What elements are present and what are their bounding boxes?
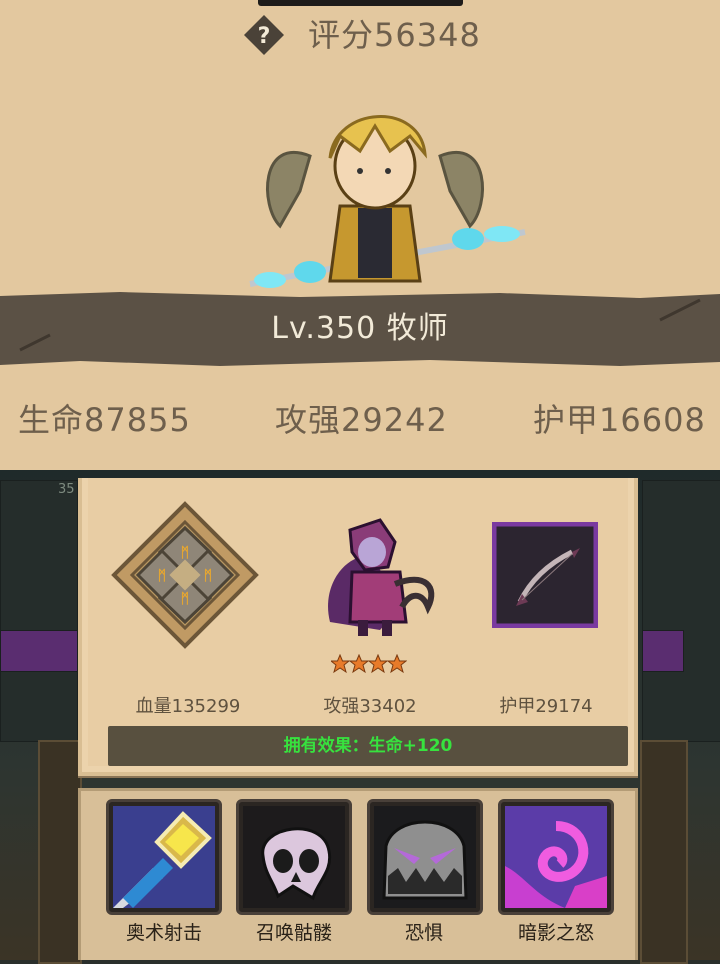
- rarity-stars: [329, 653, 408, 674]
- svg-text:?: ?: [258, 24, 271, 49]
- skull-icon: [243, 806, 345, 908]
- hero-stats: 生命87855 攻强29242 护甲16608: [0, 395, 720, 445]
- equip-label-armor: 护甲29174: [499, 696, 593, 717]
- owned-effect-bar: 拥有效果：生命+120: [108, 726, 628, 766]
- skill-fear[interactable]: [367, 799, 483, 915]
- svg-text:ᛗ: ᛗ: [181, 591, 189, 607]
- hero-level-class: Lv.350 牧师: [271, 311, 449, 346]
- skill-label-arcane-shot: 奥术射击: [125, 922, 202, 944]
- fear-mask-icon: [374, 806, 476, 908]
- shadow-swirl-icon: [505, 806, 607, 908]
- hero-portrait: [240, 96, 540, 296]
- equip-label-attack: 攻强33402: [323, 696, 417, 717]
- background-panel-left: [38, 740, 82, 964]
- svg-text:ᛗ: ᛗ: [181, 545, 189, 561]
- purple-slot-right: [642, 630, 684, 672]
- background-level-tag: 35: [58, 482, 75, 497]
- rune-cross-icon[interactable]: ᛗᛗ ᛗᛗ: [110, 500, 260, 650]
- bow-icon[interactable]: [491, 521, 599, 629]
- hero-info-panel: ? 评分56348 Lv.350 牧师 生命87855 攻强29242 护甲16…: [0, 0, 720, 470]
- skill-shadow-wrath[interactable]: [498, 799, 614, 915]
- equipment-card: ᛗᛗ ᛗᛗ 血量135299 攻强33402 护甲29174 拥有效果：生命+1…: [78, 478, 638, 776]
- skills-panel: 奥术射击 召唤骷髅 恐惧 暗影之怒: [78, 788, 638, 960]
- skill-label-shadow-wrath: 暗影之怒: [517, 922, 594, 944]
- top-handle: [258, 0, 463, 6]
- level-banner: Lv.350 牧师: [0, 290, 720, 368]
- skill-summon-skeleton[interactable]: [236, 799, 352, 915]
- stat-armor: 护甲16608: [533, 401, 706, 439]
- wall-right: [642, 480, 720, 742]
- equipment-card-inner: ᛗᛗ ᛗᛗ 血量135299 攻强33402 护甲29174 拥有效果：生命+1…: [88, 478, 628, 766]
- score-label: 评分56348: [308, 16, 481, 54]
- stat-attack: 攻强29242: [275, 401, 448, 439]
- help-icon[interactable]: ?: [243, 14, 285, 56]
- arcane-staff-icon: [113, 806, 215, 908]
- dark-ranger-icon[interactable]: [310, 512, 440, 642]
- svg-text:ᛗ: ᛗ: [158, 568, 166, 584]
- skill-label-fear: 恐惧: [404, 922, 443, 944]
- stat-health: 生命87855: [18, 401, 191, 439]
- skill-label-summon-skeleton: 召唤骷髅: [255, 922, 332, 944]
- equip-label-health: 血量135299: [135, 696, 241, 717]
- owned-effect-text: 拥有效果：生命+120: [283, 736, 453, 756]
- svg-text:ᛗ: ᛗ: [204, 568, 212, 584]
- purple-slot-left: [0, 630, 78, 672]
- skill-arcane-shot[interactable]: [106, 799, 222, 915]
- wall-left: [0, 480, 78, 742]
- background-panel-right: [640, 740, 688, 964]
